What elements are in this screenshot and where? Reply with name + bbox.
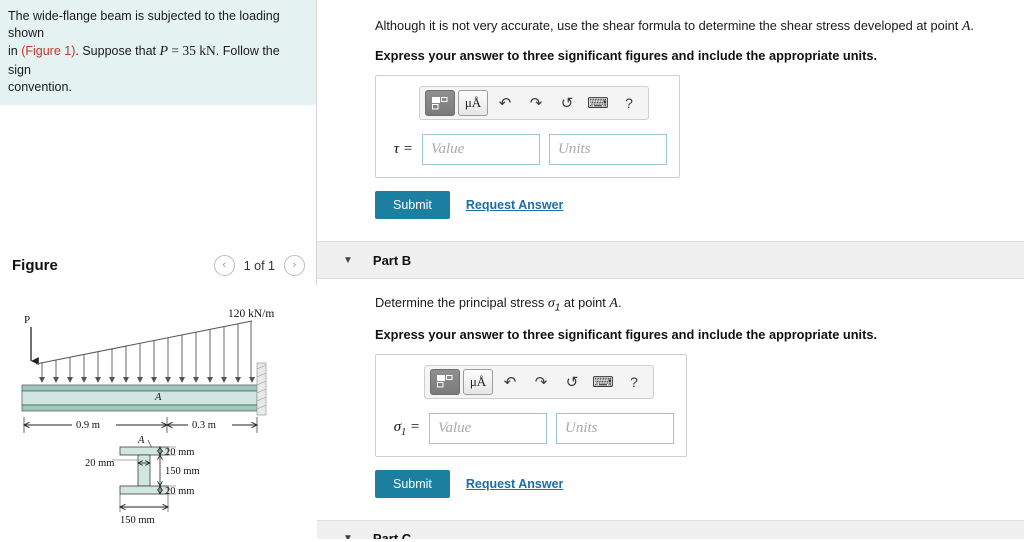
part-c-title: Part C bbox=[372, 531, 412, 539]
part-b-input-row: σ1 = bbox=[388, 412, 674, 444]
part-a-request-answer-link[interactable]: Request Answer bbox=[466, 198, 563, 212]
part-a-section: Although it is not very accurate, use th… bbox=[317, 0, 1024, 219]
keyboard-icon[interactable]: ⌨ bbox=[589, 369, 617, 395]
figure-canvas: 120 kN/m P A 0.9 m 0.3 m A 20 mm 150 mm … bbox=[0, 285, 317, 539]
part-a-question-pre: Although it is not very accurate, use th… bbox=[375, 18, 962, 33]
label-dim-0-9m: 0.9 m bbox=[76, 420, 100, 431]
redo-icon[interactable]: ↷ bbox=[522, 90, 550, 116]
figure-count-label: 1 of 1 bbox=[243, 258, 275, 273]
part-b-toolbar: μÅ ↶ ↷ ↺ ⌨ ? bbox=[424, 364, 654, 399]
part-a-input-row: τ = bbox=[388, 134, 667, 165]
figure-navigation: ‹ 1 of 1 › bbox=[213, 255, 305, 276]
figure-1-link[interactable]: (Figure 1) bbox=[21, 44, 75, 58]
label-web-thickness: 20 mm bbox=[85, 458, 114, 469]
beam-diagram-svg: 120 kN/m P A 0.9 m 0.3 m A 20 mm 150 mm … bbox=[21, 308, 274, 526]
part-a-submit-button[interactable]: Submit bbox=[375, 191, 450, 219]
figure-next-button[interactable]: › bbox=[284, 255, 305, 276]
p-units: kN bbox=[199, 42, 216, 58]
part-b-question-mid: at point bbox=[560, 295, 610, 310]
figure-title: Figure bbox=[12, 257, 58, 274]
part-b-point-var: A bbox=[609, 296, 618, 311]
part-b-question-pre: Determine the principal stress bbox=[375, 295, 548, 310]
part-b-button-row: Submit Request Answer bbox=[375, 469, 1000, 498]
label-thickness-top: 20 mm bbox=[165, 447, 194, 458]
part-b-answer-box: μÅ ↶ ↷ ↺ ⌨ ? σ1 = bbox=[375, 353, 687, 457]
reset-icon[interactable]: ↺ bbox=[553, 90, 581, 116]
part-b-title: Part B bbox=[372, 252, 412, 268]
matrix-icon[interactable] bbox=[430, 368, 460, 395]
label-point-A-beam: A bbox=[154, 392, 162, 403]
part-b-question-post: . bbox=[617, 295, 622, 310]
part-a-toolbar: μÅ ↶ ↷ ↺ ⌨ ? bbox=[419, 86, 649, 120]
figure-header: Figure ‹ 1 of 1 › bbox=[0, 255, 317, 276]
part-b-section: Determine the principal stress σ1 at poi… bbox=[317, 279, 1024, 498]
units-button[interactable]: μÅ bbox=[458, 90, 488, 116]
part-a-button-row: Submit Request Answer bbox=[375, 191, 1000, 219]
part-b-variable-label: σ1 = bbox=[393, 418, 420, 438]
part-a-units-input[interactable] bbox=[549, 134, 667, 165]
label-dim-0-3m: 0.3 m bbox=[192, 420, 216, 431]
help-icon[interactable]: ? bbox=[615, 90, 643, 116]
undo-icon[interactable]: ↶ bbox=[496, 369, 524, 395]
problem-statement: The wide-flange beam is subjected to the… bbox=[0, 0, 316, 106]
part-b-value-input[interactable] bbox=[429, 412, 547, 444]
label-distributed-load: 120 kN/m bbox=[228, 308, 274, 320]
part-a-question: Although it is not very accurate, use th… bbox=[375, 16, 1000, 37]
right-pane: Although it is not very accurate, use th… bbox=[317, 0, 1024, 539]
keyboard-icon[interactable]: ⌨ bbox=[584, 90, 612, 116]
p-value: = 35 bbox=[168, 42, 200, 58]
part-c-header-bar[interactable]: ▼ Part C bbox=[317, 519, 1024, 539]
label-web-height: 150 mm bbox=[165, 466, 200, 477]
part-a-instruction: Express your answer to three significant… bbox=[375, 48, 878, 63]
label-P-force: P bbox=[24, 314, 30, 326]
p-symbol: P bbox=[159, 43, 169, 59]
units-button[interactable]: μÅ bbox=[463, 368, 493, 395]
help-icon[interactable]: ? bbox=[620, 369, 648, 395]
part-a-variable-label: τ = bbox=[393, 141, 413, 157]
problem-line-2-mid: . Suppose that bbox=[75, 43, 160, 58]
label-point-A-section: A bbox=[137, 435, 145, 446]
part-b-instruction: Express your answer to three significant… bbox=[375, 326, 878, 342]
part-b-request-answer-link[interactable]: Request Answer bbox=[466, 477, 563, 491]
part-b-units-input[interactable] bbox=[556, 412, 674, 444]
problem-line-3: convention. bbox=[8, 79, 72, 94]
label-thickness-bottom: 20 mm bbox=[165, 486, 194, 497]
part-a-answer-box: μÅ ↶ ↷ ↺ ⌨ ? τ = bbox=[375, 75, 680, 178]
part-a-value-input[interactable] bbox=[422, 134, 540, 165]
part-b-question: Determine the principal stress σ1 at poi… bbox=[375, 293, 1000, 316]
undo-icon[interactable]: ↶ bbox=[491, 90, 519, 116]
part-a-question-post: . bbox=[970, 18, 974, 33]
matrix-icon[interactable] bbox=[425, 90, 455, 116]
label-flange-width: 150 mm bbox=[120, 515, 155, 526]
part-b-header-bar[interactable]: ▼ Part B bbox=[317, 241, 1024, 279]
figure-prev-button[interactable]: ‹ bbox=[213, 255, 235, 276]
redo-icon[interactable]: ↷ bbox=[527, 369, 555, 395]
chevron-down-icon[interactable]: ▼ bbox=[343, 533, 353, 539]
problem-line-1: The wide-flange beam is subjected to the… bbox=[8, 9, 280, 40]
problem-line-2-pre: in bbox=[8, 43, 22, 58]
chevron-down-icon[interactable]: ▼ bbox=[343, 255, 353, 266]
part-b-stress-var: σ bbox=[547, 296, 555, 311]
left-pane: The wide-flange beam is subjected to the… bbox=[0, 0, 317, 539]
reset-icon[interactable]: ↺ bbox=[558, 369, 586, 395]
part-b-submit-button[interactable]: Submit bbox=[375, 469, 450, 498]
